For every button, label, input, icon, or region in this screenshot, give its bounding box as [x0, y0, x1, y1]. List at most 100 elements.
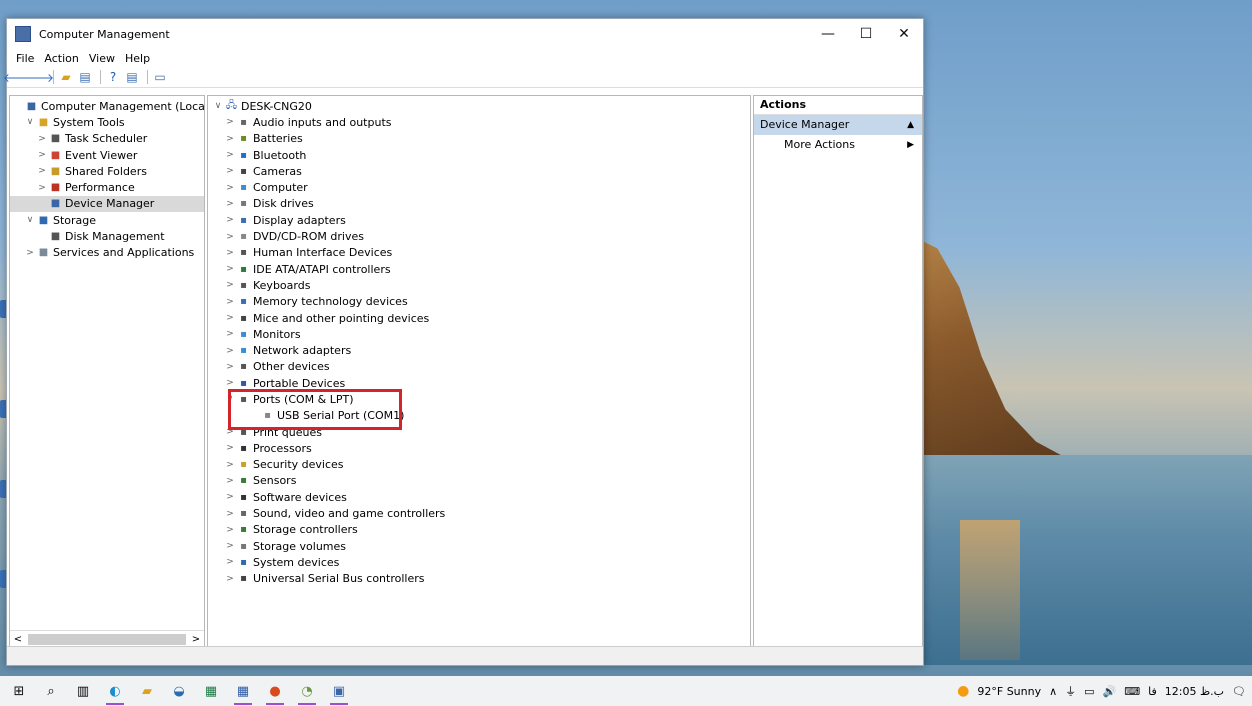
- nav-item[interactable]: ■ Disk Management: [10, 228, 204, 244]
- collapse-chevron-icon[interactable]: ∨: [212, 101, 224, 111]
- nav-item[interactable]: ∨ ■ System Tools: [10, 114, 204, 130]
- device-category[interactable]: > ▪ Universal Serial Bus controllers: [208, 571, 750, 587]
- device-category[interactable]: > ▪ Processors: [208, 440, 750, 456]
- expand-chevron-icon[interactable]: >: [224, 297, 236, 307]
- show-hide-tree-icon[interactable]: ▤: [77, 69, 93, 85]
- expand-chevron-icon[interactable]: >: [224, 346, 236, 356]
- collapse-up-icon[interactable]: ▲: [907, 115, 914, 135]
- device-category[interactable]: > ▪ Keyboards: [208, 277, 750, 293]
- device-category[interactable]: > ▪ Sensors: [208, 473, 750, 489]
- device-category[interactable]: > ▪ IDE ATA/ATAPI controllers: [208, 261, 750, 277]
- expand-chevron-icon[interactable]: >: [224, 183, 236, 193]
- file-explorer-icon[interactable]: ▰: [136, 680, 158, 702]
- search-icon[interactable]: ⌕: [40, 680, 62, 702]
- expand-chevron-icon[interactable]: >: [224, 280, 236, 290]
- menu-action[interactable]: Action: [39, 52, 83, 65]
- minimize-button[interactable]: —: [809, 19, 847, 49]
- device-category[interactable]: > ▪ Storage volumes: [208, 538, 750, 554]
- expand-chevron-icon[interactable]: >: [224, 313, 236, 323]
- expand-chevron-icon[interactable]: >: [36, 166, 48, 176]
- nav-item[interactable]: > ■ Performance: [10, 179, 204, 195]
- device-category[interactable]: > ▪ Disk drives: [208, 196, 750, 212]
- volume-icon[interactable]: 🔊: [1103, 685, 1117, 698]
- help-icon[interactable]: ?: [105, 69, 121, 85]
- expand-chevron-icon[interactable]: >: [224, 362, 236, 372]
- device-category[interactable]: > ▪ Network adapters: [208, 342, 750, 358]
- weather-text[interactable]: 92°F Sunny: [977, 685, 1041, 698]
- device-category[interactable]: > ▪ DVD/CD-ROM drives: [208, 228, 750, 244]
- computer-management-taskbar-icon[interactable]: ▣: [328, 680, 350, 705]
- expand-chevron-icon[interactable]: >: [224, 150, 236, 160]
- device-category[interactable]: > ▪ Human Interface Devices: [208, 245, 750, 261]
- task-view-icon[interactable]: ▥: [72, 680, 94, 702]
- expand-chevron-icon[interactable]: >: [224, 460, 236, 470]
- nav-item[interactable]: > ■ Task Scheduler: [10, 131, 204, 147]
- nav-item[interactable]: > ■ Event Viewer: [10, 147, 204, 163]
- maximize-button[interactable]: ☐: [847, 19, 885, 49]
- expand-chevron-icon[interactable]: ∨: [24, 117, 36, 127]
- nav-item[interactable]: ■ Device Manager: [10, 195, 204, 213]
- expand-chevron-icon[interactable]: >: [224, 248, 236, 258]
- device-tree-root[interactable]: ∨ 🖧 DESK-CNG20: [208, 98, 750, 114]
- usb-icon[interactable]: ⏚: [1065, 683, 1076, 699]
- menu-help[interactable]: Help: [120, 52, 155, 65]
- device-category[interactable]: > ▪ Cameras: [208, 163, 750, 179]
- device-category[interactable]: > ▪ Batteries: [208, 131, 750, 147]
- device-category[interactable]: > ▪ Sound, video and game controllers: [208, 505, 750, 521]
- device-category[interactable]: > ▪ Memory technology devices: [208, 294, 750, 310]
- actions-section-device-manager[interactable]: Device Manager ▲: [754, 115, 922, 135]
- expand-chevron-icon[interactable]: >: [224, 492, 236, 502]
- language-indicator[interactable]: فا: [1148, 685, 1157, 698]
- action-pane-icon[interactable]: ▤: [124, 69, 140, 85]
- expand-chevron-icon[interactable]: >: [224, 134, 236, 144]
- device-category[interactable]: > ▪ Bluetooth: [208, 147, 750, 163]
- device-category[interactable]: > ▪ Storage controllers: [208, 522, 750, 538]
- expand-chevron-icon[interactable]: >: [224, 509, 236, 519]
- expand-chevron-icon[interactable]: ∨: [24, 215, 36, 225]
- nav-item[interactable]: ∨ ■ Storage: [10, 212, 204, 228]
- expand-chevron-icon[interactable]: >: [224, 215, 236, 225]
- network-icon[interactable]: ▭: [1084, 685, 1094, 698]
- expand-chevron-icon[interactable]: >: [224, 329, 236, 339]
- paint-icon[interactable]: ◔: [296, 680, 318, 705]
- device-category[interactable]: > ▪ System devices: [208, 554, 750, 570]
- expand-chevron-icon[interactable]: >: [224, 232, 236, 242]
- menu-file[interactable]: File: [11, 52, 39, 65]
- excel-icon[interactable]: ▦: [200, 680, 222, 702]
- expand-chevron-icon[interactable]: >: [224, 264, 236, 274]
- weather-sun-icon[interactable]: ●: [957, 683, 969, 699]
- expand-chevron-icon[interactable]: >: [224, 443, 236, 453]
- expand-chevron-icon[interactable]: >: [36, 150, 48, 160]
- keyboard-icon[interactable]: ⌨: [1124, 685, 1140, 698]
- word-icon[interactable]: ▦: [232, 680, 254, 705]
- scroll-left-icon[interactable]: <: [10, 634, 26, 645]
- device-category[interactable]: > ▪ Mice and other pointing devices: [208, 310, 750, 326]
- nav-item[interactable]: > ■ Shared Folders: [10, 163, 204, 179]
- expand-chevron-icon[interactable]: >: [224, 541, 236, 551]
- device-category[interactable]: > ▪ Computer: [208, 179, 750, 195]
- nav-item[interactable]: ■ Computer Management (Local: [10, 98, 204, 114]
- expand-chevron-icon[interactable]: >: [224, 525, 236, 535]
- device-category[interactable]: > ▪ Display adapters: [208, 212, 750, 228]
- menu-view[interactable]: View: [84, 52, 120, 65]
- notification-icon[interactable]: 🗨: [1232, 685, 1246, 698]
- scroll-thumb[interactable]: [28, 633, 186, 645]
- store-icon[interactable]: ◒: [168, 680, 190, 702]
- device-category[interactable]: > ▪ Security devices: [208, 457, 750, 473]
- title-bar[interactable]: Computer Management — ☐ ✕: [7, 19, 923, 49]
- device-category[interactable]: > ▪ Other devices: [208, 359, 750, 375]
- expand-chevron-icon[interactable]: >: [224, 117, 236, 127]
- expand-chevron-icon[interactable]: >: [24, 248, 36, 258]
- device-category[interactable]: > ▪ Audio inputs and outputs: [208, 114, 750, 130]
- expand-chevron-icon[interactable]: >: [36, 183, 48, 193]
- more-actions-item[interactable]: More Actions ▶: [754, 135, 922, 155]
- scroll-right-icon[interactable]: >: [188, 634, 204, 645]
- windows-start-icon[interactable]: ⊞: [8, 680, 30, 702]
- up-folder-icon[interactable]: ▰: [58, 69, 74, 85]
- monitor-icon[interactable]: ▭: [152, 69, 168, 85]
- expand-chevron-icon[interactable]: >: [224, 574, 236, 584]
- edge-browser-icon[interactable]: ◐: [104, 680, 126, 705]
- clock[interactable]: 12:05 ب.ظ: [1165, 685, 1224, 698]
- device-category[interactable]: > ▪ Monitors: [208, 326, 750, 342]
- expand-chevron-icon[interactable]: >: [224, 378, 236, 388]
